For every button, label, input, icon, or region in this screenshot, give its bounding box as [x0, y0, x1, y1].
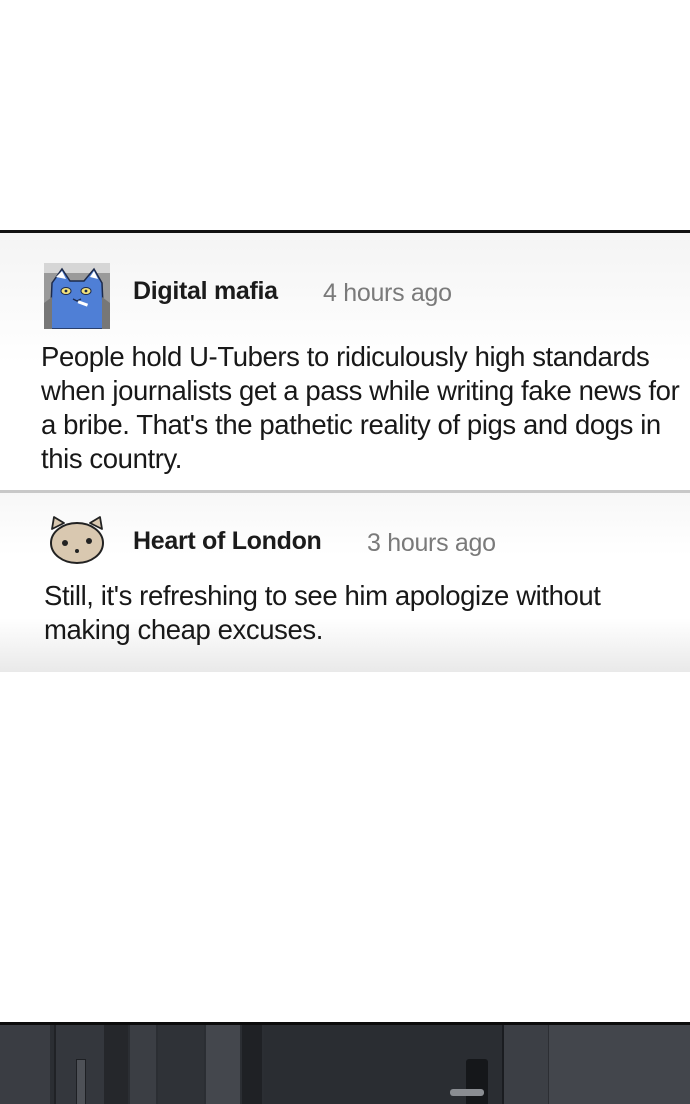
- comment-timestamp: 3 hours ago: [367, 529, 496, 557]
- comment-panel: Digital mafia 4 hours ago People hold U-…: [0, 230, 690, 672]
- door-lock-icon: [466, 1059, 488, 1104]
- comment-username[interactable]: Heart of London: [133, 527, 322, 556]
- comment-text: Still, it's refreshing to see him apolog…: [44, 580, 601, 645]
- comment-item: Digital mafia 4 hours ago People hold U-…: [0, 233, 690, 491]
- comment-username[interactable]: Digital mafia: [133, 277, 278, 306]
- door-handle-icon: [450, 1089, 484, 1096]
- background-scene-illustration: [0, 1022, 690, 1104]
- blue-cat-avatar-icon[interactable]: [44, 263, 110, 329]
- comment-text: People hold U-Tubers to ridiculously hig…: [41, 341, 680, 474]
- comment-timestamp: 4 hours ago: [323, 279, 452, 307]
- beige-cat-face-avatar-icon[interactable]: [48, 515, 106, 565]
